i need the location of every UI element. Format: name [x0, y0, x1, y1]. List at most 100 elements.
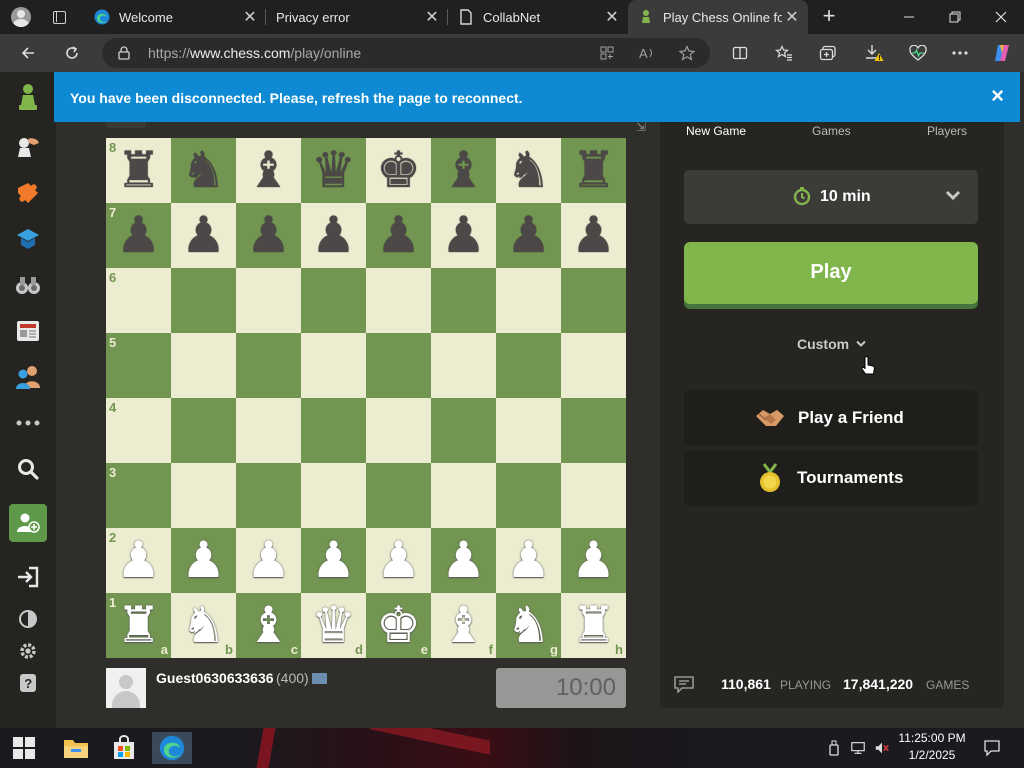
black-rook-icon[interactable]: ♜: [561, 138, 626, 203]
board-square-a3[interactable]: 3: [106, 463, 171, 528]
white-pawn-icon[interactable]: ♟: [431, 528, 496, 593]
board-square-a4[interactable]: 4: [106, 398, 171, 463]
board-square-c3[interactable]: [236, 463, 301, 528]
tab-players[interactable]: Players: [927, 124, 967, 138]
black-pawn-icon[interactable]: ♟: [301, 203, 366, 268]
board-square-b5[interactable]: [171, 333, 236, 398]
black-pawn-icon[interactable]: ♟: [106, 203, 171, 268]
play-a-friend-button[interactable]: Play a Friend: [684, 390, 978, 446]
play-hand-icon[interactable]: [10, 130, 46, 164]
white-pawn-icon[interactable]: ♟: [301, 528, 366, 593]
board-square-f6[interactable]: [431, 268, 496, 333]
close-tab-icon[interactable]: ✕: [782, 7, 802, 27]
tab-games[interactable]: Games: [812, 124, 851, 138]
board-square-e7[interactable]: ♟: [366, 203, 431, 268]
search-icon[interactable]: [10, 452, 46, 486]
black-pawn-icon[interactable]: ♟: [366, 203, 431, 268]
board-square-d5[interactable]: [301, 333, 366, 398]
board-square-b1[interactable]: b ♞: [171, 593, 236, 658]
white-pawn-icon[interactable]: ♟: [236, 528, 301, 593]
file-explorer-button[interactable]: [56, 732, 96, 764]
board-square-b2[interactable]: ♟: [171, 528, 236, 593]
board-square-c5[interactable]: [236, 333, 301, 398]
black-pawn-icon[interactable]: ♟: [561, 203, 626, 268]
board-square-c6[interactable]: [236, 268, 301, 333]
board-square-h7[interactable]: ♟: [561, 203, 626, 268]
white-pawn-icon[interactable]: ♟: [561, 528, 626, 593]
board-square-e2[interactable]: ♟: [366, 528, 431, 593]
board-square-e6[interactable]: [366, 268, 431, 333]
board-square-h2[interactable]: ♟: [561, 528, 626, 593]
browser-essentials-button[interactable]: [904, 39, 932, 67]
board-square-e5[interactable]: [366, 333, 431, 398]
address-bar[interactable]: https://www.chess.com/play/online A: [102, 38, 710, 68]
close-tab-icon[interactable]: ✕: [240, 7, 260, 27]
taskbar-clock[interactable]: 11:25:00 PM 1/2/2025: [894, 730, 970, 764]
board-square-e1[interactable]: e ♚: [366, 593, 431, 658]
board-square-a5[interactable]: 5: [106, 333, 171, 398]
board-square-d6[interactable]: [301, 268, 366, 333]
board-square-e3[interactable]: [366, 463, 431, 528]
settings-gear-icon[interactable]: [10, 634, 46, 668]
board-square-f4[interactable]: [431, 398, 496, 463]
black-rook-icon[interactable]: ♜: [106, 138, 171, 203]
board-square-f2[interactable]: ♟: [431, 528, 496, 593]
help-icon[interactable]: ?: [10, 666, 46, 700]
board-square-d8[interactable]: ♛: [301, 138, 366, 203]
copilot-button[interactable]: [988, 39, 1016, 67]
favorite-star-icon[interactable]: [676, 43, 698, 63]
board-square-d3[interactable]: [301, 463, 366, 528]
board-square-c7[interactable]: ♟: [236, 203, 301, 268]
black-king-icon[interactable]: ♚: [366, 138, 431, 203]
tab-new-game[interactable]: New Game: [686, 124, 746, 138]
player-name[interactable]: Guest0630633636: [156, 670, 274, 686]
white-pawn-icon[interactable]: ♟: [496, 528, 561, 593]
board-square-e8[interactable]: ♚: [366, 138, 431, 203]
favorites-button[interactable]: [770, 39, 798, 67]
minimize-button[interactable]: [886, 0, 932, 34]
board-square-g4[interactable]: [496, 398, 561, 463]
close-window-button[interactable]: [978, 0, 1024, 34]
board-square-h6[interactable]: [561, 268, 626, 333]
tab-welcome[interactable]: Welcome ✕: [84, 0, 266, 34]
edge-taskbar-button[interactable]: [152, 732, 192, 764]
usb-device-icon[interactable]: [826, 740, 842, 756]
board-square-h8[interactable]: ♜: [561, 138, 626, 203]
start-button[interactable]: [4, 732, 44, 764]
board-square-b3[interactable]: [171, 463, 236, 528]
black-bishop-icon[interactable]: ♝: [431, 138, 496, 203]
tab-privacy-error[interactable]: Privacy error ✕: [266, 0, 448, 34]
social-people-icon[interactable]: [10, 360, 46, 394]
white-pawn-icon[interactable]: ♟: [106, 528, 171, 593]
board-square-a2[interactable]: 2 ♟: [106, 528, 171, 593]
more-dots-icon[interactable]: [10, 406, 46, 440]
read-aloud-icon[interactable]: A: [636, 43, 658, 63]
time-control-select[interactable]: 10 min: [684, 170, 978, 224]
notifications-icon[interactable]: [982, 738, 1002, 758]
board-square-h3[interactable]: [561, 463, 626, 528]
puzzles-icon[interactable]: [10, 176, 46, 210]
black-bishop-icon[interactable]: ♝: [236, 138, 301, 203]
tournaments-button[interactable]: Tournaments: [684, 450, 978, 506]
network-icon[interactable]: [850, 740, 866, 756]
news-icon[interactable]: [10, 314, 46, 348]
tab-actions-button[interactable]: [48, 7, 70, 27]
white-queen-icon[interactable]: ♛: [301, 593, 366, 658]
white-rook-icon[interactable]: ♜: [561, 593, 626, 658]
collapse-icon[interactable]: ⇲: [636, 120, 646, 134]
board-square-c4[interactable]: [236, 398, 301, 463]
refresh-button[interactable]: [58, 39, 86, 67]
close-banner-icon[interactable]: ×: [991, 85, 1004, 107]
board-square-a1[interactable]: 1 a ♜: [106, 593, 171, 658]
back-button[interactable]: [14, 39, 42, 67]
volume-muted-icon[interactable]: [874, 740, 890, 756]
board-square-h4[interactable]: [561, 398, 626, 463]
split-screen-button[interactable]: [726, 39, 754, 67]
board-square-c8[interactable]: ♝: [236, 138, 301, 203]
black-pawn-icon[interactable]: ♟: [431, 203, 496, 268]
board-square-h1[interactable]: h ♜: [561, 593, 626, 658]
board-square-a7[interactable]: 7 ♟: [106, 203, 171, 268]
board-square-f3[interactable]: [431, 463, 496, 528]
board-square-a8[interactable]: 8 ♜: [106, 138, 171, 203]
new-tab-button[interactable]: +: [818, 5, 840, 28]
